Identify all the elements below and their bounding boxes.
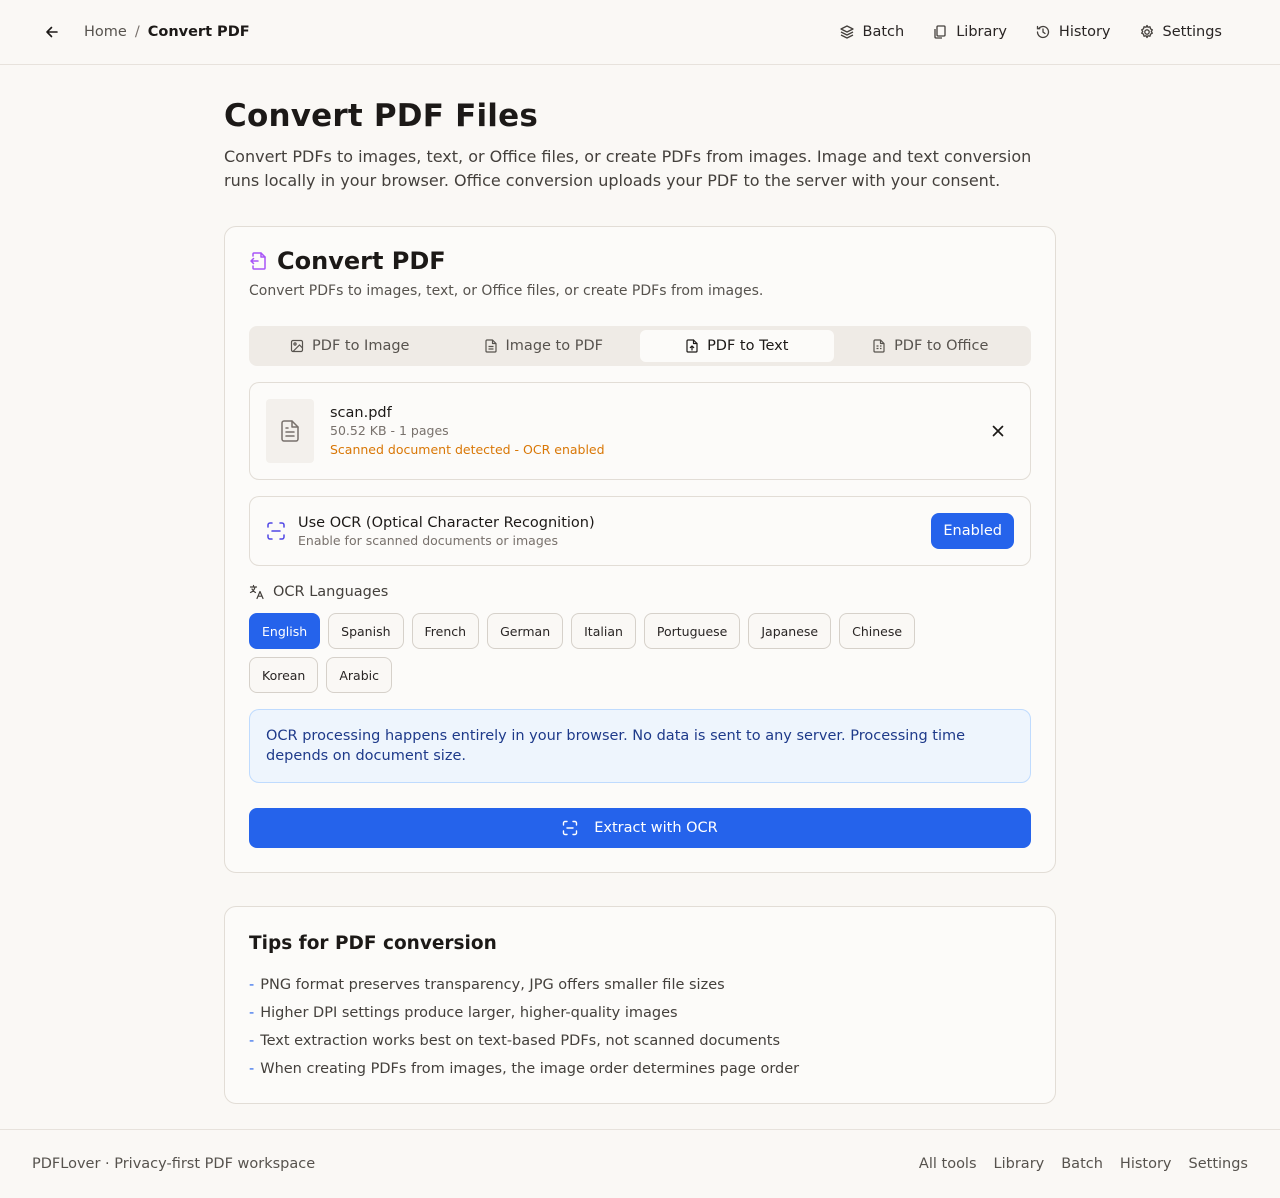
bullet-dash: - <box>249 1005 255 1021</box>
page-description: Convert PDFs to images, text, or Office … <box>224 147 1032 190</box>
ocr-option: Use OCR (Optical Character Recognition) … <box>249 496 1031 566</box>
breadcrumb-separator: / <box>134 24 140 40</box>
tab-image-to-pdf-label: Image to PDF <box>505 338 603 354</box>
remove-file-button[interactable] <box>982 415 1014 447</box>
card-title: Convert PDF <box>277 247 446 275</box>
file-info: scan.pdf 50.52 KB - 1 pages Scanned docu… <box>330 405 982 457</box>
extract-ocr-button[interactable]: Extract with OCR <box>249 808 1031 848</box>
nav-history[interactable]: History <box>1021 18 1125 46</box>
tab-pdf-to-office[interactable]: PDF to Office <box>834 330 1028 362</box>
list-item: - PNG format preserves transparency, JPG … <box>249 975 1031 995</box>
translate-icon <box>249 584 264 600</box>
footer-brand: PDFLover · Privacy-first PDF workspace <box>32 1156 316 1172</box>
list-item: - When creating PDFs from images, the ima… <box>249 1059 1031 1079</box>
scan-icon <box>266 521 286 541</box>
extract-ocr-label: Extract with OCR <box>594 820 718 836</box>
language-chip-portuguese[interactable]: Portuguese <box>643 613 741 649</box>
tab-pdf-to-image-label: PDF to Image <box>312 338 410 354</box>
nav-library[interactable]: Library <box>918 18 1021 46</box>
page-title: Convert PDF Files <box>224 98 538 134</box>
list-item: - Text extraction works best on text-base… <box>249 1031 1031 1051</box>
bullet-dash: - <box>249 977 255 993</box>
language-chip-french[interactable]: French <box>411 613 480 649</box>
tips-title: Tips for PDF conversion <box>249 933 497 954</box>
image-icon <box>290 339 304 353</box>
breadcrumb-home[interactable]: Home <box>84 24 127 40</box>
top-nav: Batch Library History Settings <box>825 18 1236 46</box>
language-chip-spanish[interactable]: Spanish <box>328 613 404 649</box>
tip-text: PNG format preserves transparency, JPG o… <box>260 977 725 993</box>
tab-pdf-to-text-label: PDF to Text <box>707 338 789 354</box>
ocr-languages-label: OCR Languages <box>273 584 389 600</box>
footer: PDFLover · Privacy-first PDF workspace A… <box>0 1129 1280 1198</box>
tab-pdf-to-image[interactable]: PDF to Image <box>253 330 447 362</box>
tip-text: Text extraction works best on text-based… <box>260 1033 781 1049</box>
footer-link-library[interactable]: Library <box>994 1156 1045 1172</box>
nav-batch-label: Batch <box>862 24 905 40</box>
tab-pdf-to-text[interactable]: PDF to Text <box>640 330 834 362</box>
layers-icon <box>839 25 854 39</box>
language-chip-japanese[interactable]: Japanese <box>748 613 832 649</box>
footer-link-all-tools[interactable]: All tools <box>919 1156 977 1172</box>
mode-tabs: PDF to Image Image to PDF PDF to Text PD… <box>249 326 1031 366</box>
nav-settings[interactable]: Settings <box>1125 18 1236 46</box>
file-meta: 50.52 KB - 1 pages <box>330 423 449 438</box>
history-icon <box>1036 25 1050 39</box>
breadcrumb: Home / Convert PDF <box>84 24 250 40</box>
bullet-dash: - <box>249 1033 255 1049</box>
footer-link-history[interactable]: History <box>1120 1156 1172 1172</box>
nav-batch[interactable]: Batch <box>825 18 919 46</box>
card-subtitle: Convert PDFs to images, text, or Office … <box>249 283 764 299</box>
footer-links: All tools Library Batch History Settings <box>919 1156 1248 1172</box>
file-upload-icon <box>686 339 698 353</box>
file-name: scan.pdf <box>330 405 392 421</box>
language-chip-chinese[interactable]: Chinese <box>839 613 916 649</box>
main-content: Convert PDF Files Convert PDFs to images… <box>224 65 1056 1104</box>
nav-library-label: Library <box>956 24 1007 40</box>
scan-notice: Scanned document detected - OCR enabled <box>330 442 605 457</box>
tips-list: - PNG format preserves transparency, JPG … <box>249 975 1031 1079</box>
nav-settings-label: Settings <box>1162 24 1222 40</box>
ocr-title: Use OCR (Optical Character Recognition) <box>298 514 595 531</box>
language-chips: English Spanish French German Italian Po… <box>249 613 989 693</box>
tip-text: When creating PDFs from images, the imag… <box>260 1061 800 1077</box>
file-spreadsheet-icon <box>873 339 885 353</box>
footer-link-settings[interactable]: Settings <box>1189 1156 1248 1172</box>
file-convert-icon <box>250 252 266 270</box>
language-chip-german[interactable]: German <box>487 613 564 649</box>
language-chip-english[interactable]: English <box>249 613 321 649</box>
gear-icon <box>1140 24 1153 39</box>
tab-image-to-pdf[interactable]: Image to PDF <box>447 330 641 362</box>
ocr-text: Use OCR (Optical Character Recognition) … <box>298 515 931 548</box>
copy-icon <box>934 25 946 39</box>
language-chip-italian[interactable]: Italian <box>571 613 636 649</box>
ocr-subtitle: Enable for scanned documents or images <box>298 532 558 548</box>
tips-card: Tips for PDF conversion - PNG format pres… <box>224 906 1056 1104</box>
bullet-dash: - <box>249 1061 255 1077</box>
convert-card: Convert PDF Convert PDFs to images, text… <box>224 226 1056 873</box>
selected-file: scan.pdf 50.52 KB - 1 pages Scanned docu… <box>249 382 1031 480</box>
back-arrow-icon[interactable] <box>40 20 64 44</box>
file-thumbnail <box>266 399 314 463</box>
ocr-languages-heading: OCR Languages <box>249 584 1031 600</box>
nav-history-label: History <box>1058 24 1111 40</box>
language-chip-arabic[interactable]: Arabic <box>326 657 392 693</box>
scan-icon <box>563 820 578 836</box>
footer-link-batch[interactable]: Batch <box>1061 1156 1103 1172</box>
tab-pdf-to-office-label: PDF to Office <box>894 338 989 354</box>
tip-text: Higher DPI settings produce larger, high… <box>260 1005 678 1021</box>
language-chip-korean[interactable]: Korean <box>249 657 319 693</box>
card-header: Convert PDF <box>249 247 1031 275</box>
list-item: - Higher DPI settings produce larger, hig… <box>249 1003 1031 1023</box>
ocr-privacy-notice: OCR processing happens entirely in your … <box>249 709 1031 783</box>
ocr-toggle-button[interactable]: Enabled <box>931 513 1014 549</box>
breadcrumb-current: Convert PDF <box>147 24 250 40</box>
document-icon <box>281 420 299 442</box>
close-icon <box>992 425 1004 437</box>
top-bar: Home / Convert PDF Batch Library History… <box>0 0 1280 65</box>
file-text-icon <box>484 339 497 353</box>
